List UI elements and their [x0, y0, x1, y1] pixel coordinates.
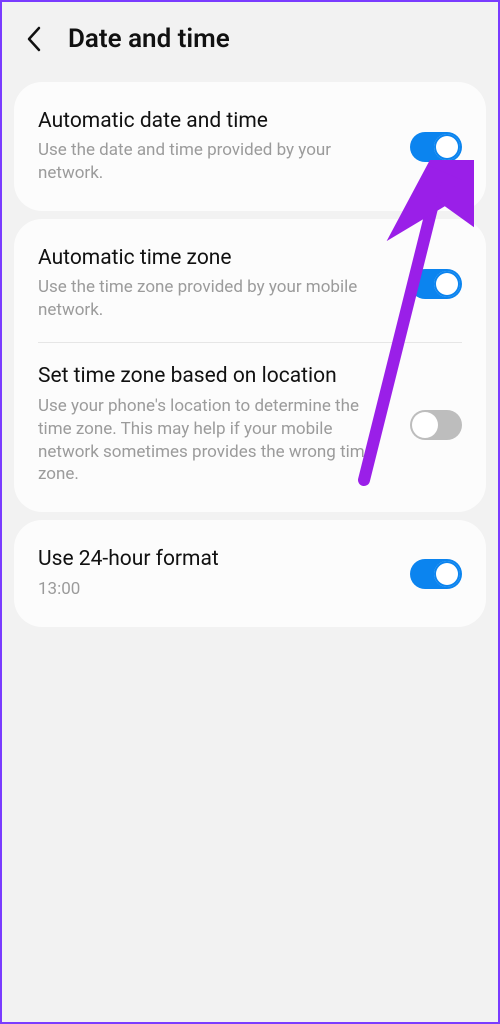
hour-format-toggle[interactable]: [410, 559, 462, 589]
location-time-zone-desc: Use your phone's location to determine t…: [38, 395, 394, 487]
settings-card-2: Automatic time zone Use the time zone pr…: [14, 219, 486, 512]
back-icon: [26, 26, 42, 52]
location-time-zone-toggle[interactable]: [410, 410, 462, 440]
hour-format-desc: 13:00: [38, 578, 394, 601]
row-text: Set time zone based on location Use your…: [38, 363, 410, 486]
page-title: Date and time: [68, 24, 230, 54]
auto-time-zone-toggle[interactable]: [410, 269, 462, 299]
toggle-knob: [434, 134, 460, 160]
hour-format-title: Use 24-hour format: [38, 546, 394, 573]
auto-date-time-title: Automatic date and time: [38, 108, 394, 135]
toggle-knob: [412, 412, 438, 438]
auto-time-zone-row[interactable]: Automatic time zone Use the time zone pr…: [14, 225, 486, 342]
back-button[interactable]: [20, 25, 48, 53]
auto-time-zone-desc: Use the time zone provided by your mobil…: [38, 276, 394, 322]
auto-date-time-row[interactable]: Automatic date and time Use the date and…: [14, 88, 486, 205]
header: Date and time: [2, 2, 498, 74]
auto-date-time-desc: Use the date and time provided by your n…: [38, 139, 394, 185]
auto-time-zone-title: Automatic time zone: [38, 245, 394, 272]
location-time-zone-row[interactable]: Set time zone based on location Use your…: [14, 343, 486, 506]
settings-card-3: Use 24-hour format 13:00: [14, 520, 486, 626]
hour-format-row[interactable]: Use 24-hour format 13:00: [14, 526, 486, 620]
settings-card-1: Automatic date and time Use the date and…: [14, 82, 486, 211]
toggle-knob: [434, 271, 460, 297]
location-time-zone-title: Set time zone based on location: [38, 363, 394, 390]
toggle-knob: [434, 561, 460, 587]
row-text: Use 24-hour format 13:00: [38, 546, 410, 600]
row-text: Automatic date and time Use the date and…: [38, 108, 410, 185]
row-text: Automatic time zone Use the time zone pr…: [38, 245, 410, 322]
auto-date-time-toggle[interactable]: [410, 132, 462, 162]
